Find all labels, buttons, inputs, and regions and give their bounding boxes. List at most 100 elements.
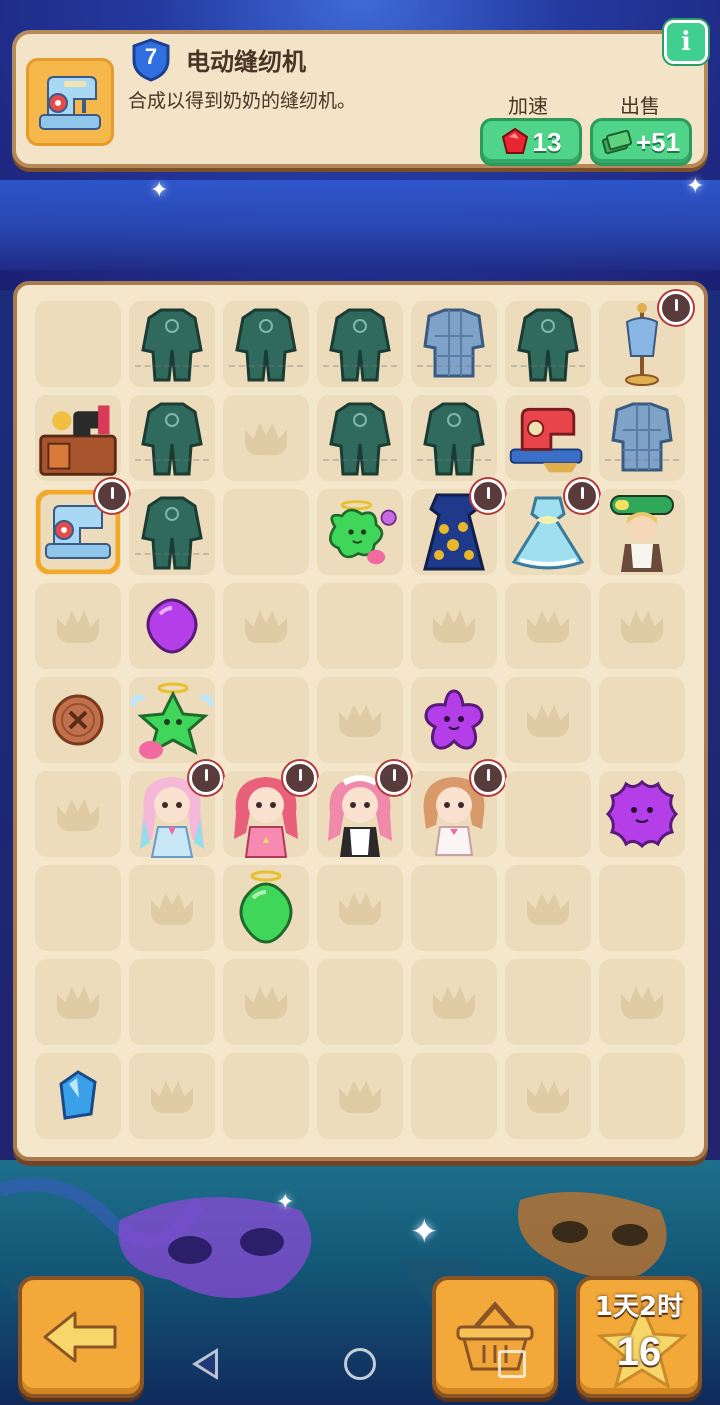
green-angel-star-icon[interactable] [129,677,215,763]
board-cell[interactable] [35,301,121,387]
board-cell[interactable] [223,959,309,1045]
board-cell[interactable] [35,865,121,951]
green-angel-gem-icon[interactable] [223,865,309,951]
speed-up-button[interactable]: 13 [480,118,582,166]
board-cell[interactable] [411,959,497,1045]
grandma-character-icon[interactable] [599,489,685,575]
timer-icon [471,479,505,513]
board-cell[interactable] [317,489,403,575]
board-cell[interactable] [317,395,403,481]
board-cell[interactable] [129,395,215,481]
info-button[interactable]: i [664,20,708,64]
board-cell[interactable] [35,771,121,857]
board-cell[interactable] [411,479,505,575]
board-cell[interactable] [411,865,497,951]
board-cell[interactable] [35,677,121,763]
board-cell[interactable] [129,1053,215,1139]
red-sewing-machine-icon[interactable] [505,395,591,481]
board-cell[interactable] [35,959,121,1045]
board-cell[interactable] [317,301,403,387]
board-cell[interactable] [599,1053,685,1139]
board-cell[interactable] [411,677,497,763]
board-cell[interactable] [505,959,591,1045]
board-cell[interactable] [223,865,309,951]
board-cell[interactable] [599,489,685,575]
board-cell[interactable] [35,479,129,575]
board-cell[interactable] [411,301,497,387]
board-cell[interactable] [505,1053,591,1139]
board-cell[interactable] [129,489,215,575]
board-cell[interactable] [411,583,497,669]
board-cell[interactable] [223,489,309,575]
outfit-dark-icon[interactable] [129,301,215,387]
outfit-dark-icon[interactable] [411,395,497,481]
sparkle-icon: ✦ [686,174,705,199]
timer-icon [471,761,505,795]
sewing-machine-icon [39,76,101,130]
board-cell[interactable] [129,677,215,763]
purple-splat-icon[interactable] [599,771,685,857]
board-cell[interactable] [599,959,685,1045]
board-cell[interactable] [505,771,591,857]
board-cell[interactable] [411,1053,497,1139]
board-cell[interactable] [223,395,309,481]
board-cell[interactable] [599,583,685,669]
board-cell[interactable] [129,959,215,1045]
pajama-blue-icon[interactable] [411,301,497,387]
board-cell[interactable] [505,395,591,481]
board-cell[interactable] [317,761,411,857]
board-cell[interactable] [317,1053,403,1139]
sell-button[interactable]: +51 [590,118,692,166]
board-cell[interactable] [599,771,685,857]
board-cell[interactable] [411,761,505,857]
board-cell[interactable] [35,583,121,669]
board-cell[interactable] [599,291,693,387]
sparkle-icon: ✦ [410,1212,439,1252]
board-cell[interactable] [317,865,403,951]
board-cell[interactable] [317,677,403,763]
outfit-dark-icon[interactable] [317,301,403,387]
cobweb-icon [417,365,491,385]
board-cell[interactable] [505,677,591,763]
outfit-dark-icon[interactable] [129,489,215,575]
board-cell[interactable] [223,1053,309,1139]
board-cell[interactable] [35,1053,121,1139]
item-info-panel: 7 电动缝纫机 合成以得到奶奶的缝纫机。 i 加速 出售 13 +51 [12,20,708,168]
board-cell[interactable] [599,395,685,481]
board-cell[interactable] [505,865,591,951]
board-cell[interactable] [317,583,403,669]
board-cell[interactable] [317,959,403,1045]
board-cell[interactable] [223,677,309,763]
board-cell[interactable] [129,583,215,669]
board-cell[interactable] [223,761,317,858]
speed-label: 加速 [508,94,548,118]
outfit-dark-icon[interactable] [223,301,309,387]
pajama-blue-icon[interactable] [599,395,685,481]
board-cell[interactable] [223,583,309,669]
board-cell[interactable] [505,479,599,575]
board-cell[interactable] [411,395,497,481]
board-cell[interactable] [599,865,685,951]
purple-gem-icon[interactable] [129,583,215,669]
board-cell[interactable] [129,761,223,858]
green-angel-blob-icon[interactable] [317,489,403,575]
board-cell[interactable] [129,301,215,387]
board-cell[interactable] [599,677,685,763]
board-cell[interactable] [223,301,309,387]
cobweb-icon [417,459,491,479]
board-cell[interactable] [35,395,121,481]
nav-recent-apps-icon[interactable] [498,1350,526,1378]
outfit-dark-icon[interactable] [129,395,215,481]
board-cell[interactable] [505,583,591,669]
nav-back-icon[interactable] [192,1348,218,1380]
outfit-dark-icon[interactable] [505,301,591,387]
board-cell[interactable] [505,301,591,387]
button-icon[interactable] [35,677,121,763]
timer-icon [377,761,411,795]
board-cell[interactable] [129,865,215,951]
blue-crystal-icon[interactable] [35,1053,121,1139]
grandma-sewing-machine-icon[interactable] [35,395,121,481]
purple-star-icon[interactable] [411,677,497,763]
nav-home-icon[interactable] [344,1348,376,1380]
outfit-dark-icon[interactable] [317,395,403,481]
